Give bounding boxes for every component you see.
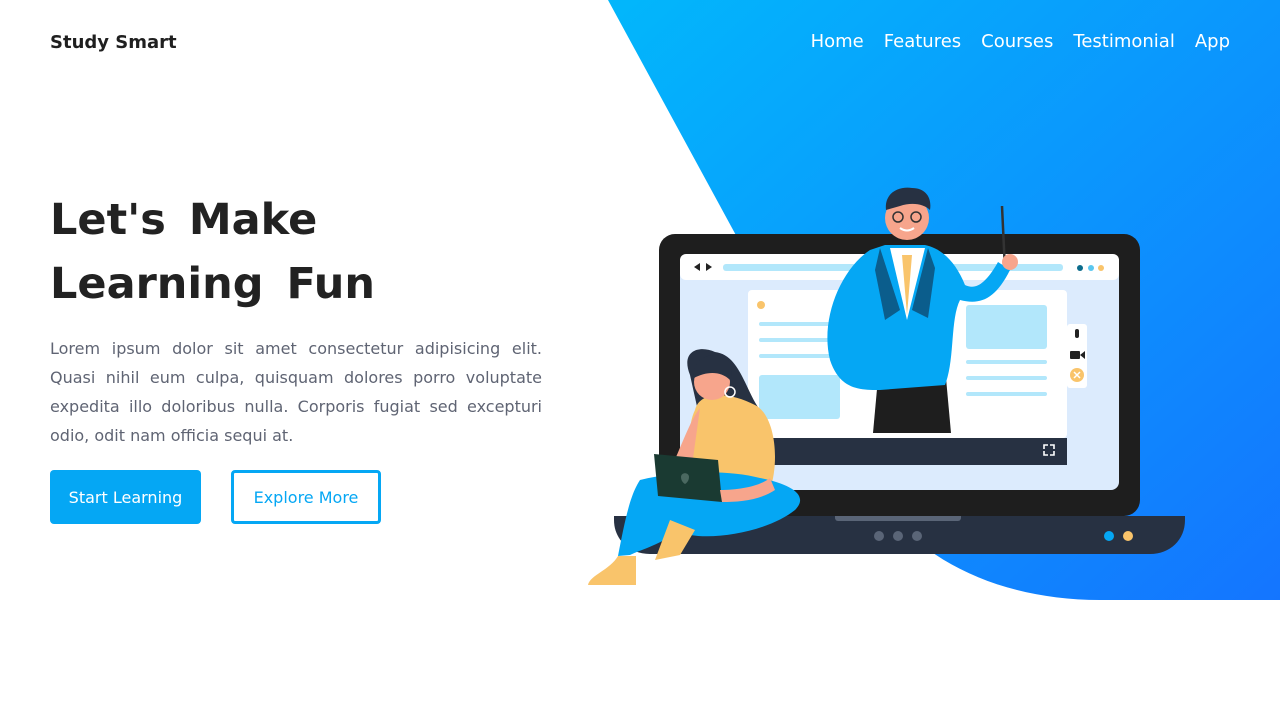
hero-title: Let's Make Learning Fun (50, 195, 375, 309)
nav-features[interactable]: Features (884, 31, 961, 52)
start-learning-button[interactable]: Start Learning (50, 470, 201, 524)
nav-testimonial[interactable]: Testimonial (1073, 31, 1174, 52)
nav-app[interactable]: App (1195, 31, 1230, 52)
online-learning-illustration (588, 187, 1185, 585)
explore-more-button[interactable]: Explore More (231, 470, 381, 524)
nav-home[interactable]: Home (811, 31, 864, 52)
nav-courses[interactable]: Courses (981, 31, 1053, 52)
hero-description: Lorem ipsum dolor sit amet consectetur a… (50, 339, 542, 445)
main-nav: Home Features Courses Testimonial App (811, 31, 1230, 52)
brand-logo[interactable]: Study Smart (50, 32, 177, 53)
